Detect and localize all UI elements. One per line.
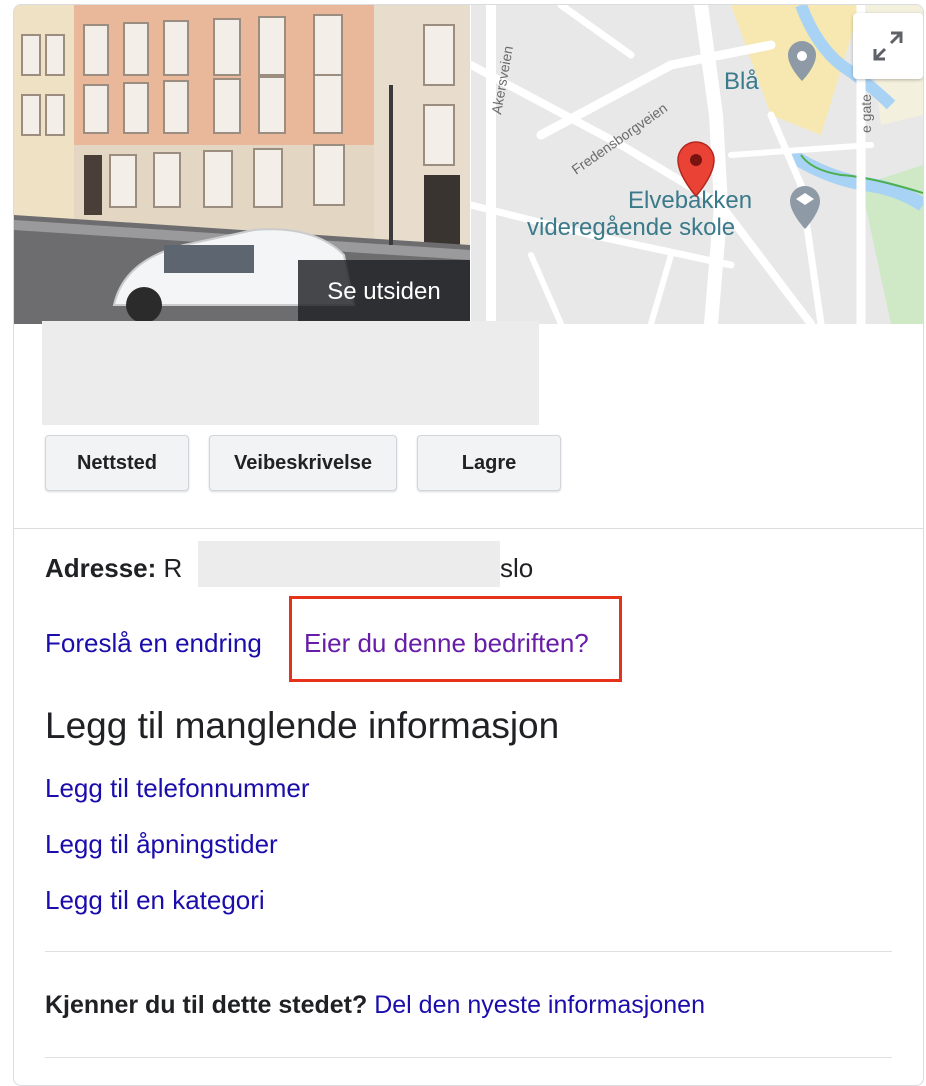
add-hours-link[interactable]: Legg til åpningstider xyxy=(45,829,278,860)
map-thumbnail[interactable]: Akersveien Fredensborgveien e gate Blå E… xyxy=(471,5,923,324)
expand-icon xyxy=(873,31,903,61)
save-button-label: Lagre xyxy=(461,451,517,474)
address-label: Adresse: xyxy=(45,553,157,583)
address-start: R xyxy=(163,553,183,583)
directions-button-label: Veibeskrivelse xyxy=(234,451,372,474)
see-outside-label: Se utsiden xyxy=(327,278,441,305)
save-button[interactable]: Lagre xyxy=(417,435,561,491)
know-place-question: Kjenner du til dette stedet? xyxy=(45,991,368,1019)
knowledge-panel: Se utsiden Akersveien Fredensborgveien e… xyxy=(13,4,924,1086)
street-view-photo[interactable]: Se utsiden xyxy=(14,5,470,324)
address-redacted xyxy=(198,541,500,587)
add-category-link[interactable]: Legg til en kategori xyxy=(45,885,265,916)
directions-button[interactable]: Veibeskrivelse xyxy=(209,435,397,491)
divider xyxy=(14,528,923,529)
share-info-link[interactable]: Del den nyeste informasjonen xyxy=(374,991,705,1019)
address-end: slo xyxy=(500,553,534,583)
place-label-elvebakken-line1: Elvebakken xyxy=(628,187,752,214)
add-phone-link[interactable]: Legg til telefonnummer xyxy=(45,773,309,804)
divider xyxy=(45,1057,892,1058)
place-label-bla: Blå xyxy=(724,68,759,95)
business-name-redacted xyxy=(42,321,539,425)
highlight-box xyxy=(289,596,622,682)
street-label-gate: e gate xyxy=(858,94,874,133)
address-row: Adresse: R xyxy=(45,553,182,584)
suggest-edit-link[interactable]: Foreslå en endring xyxy=(45,628,262,659)
website-button[interactable]: Nettsted xyxy=(45,435,189,491)
expand-map-button[interactable] xyxy=(853,13,923,79)
missing-info-title: Legg til manglende informasjon xyxy=(45,705,560,746)
know-place-row: Kjenner du til dette stedet? Del den nye… xyxy=(45,991,705,1020)
website-button-label: Nettsted xyxy=(76,451,157,474)
see-outside-button[interactable]: Se utsiden xyxy=(298,260,470,324)
place-label-elvebakken-line2: videregående skole xyxy=(527,214,735,241)
divider xyxy=(45,951,892,952)
